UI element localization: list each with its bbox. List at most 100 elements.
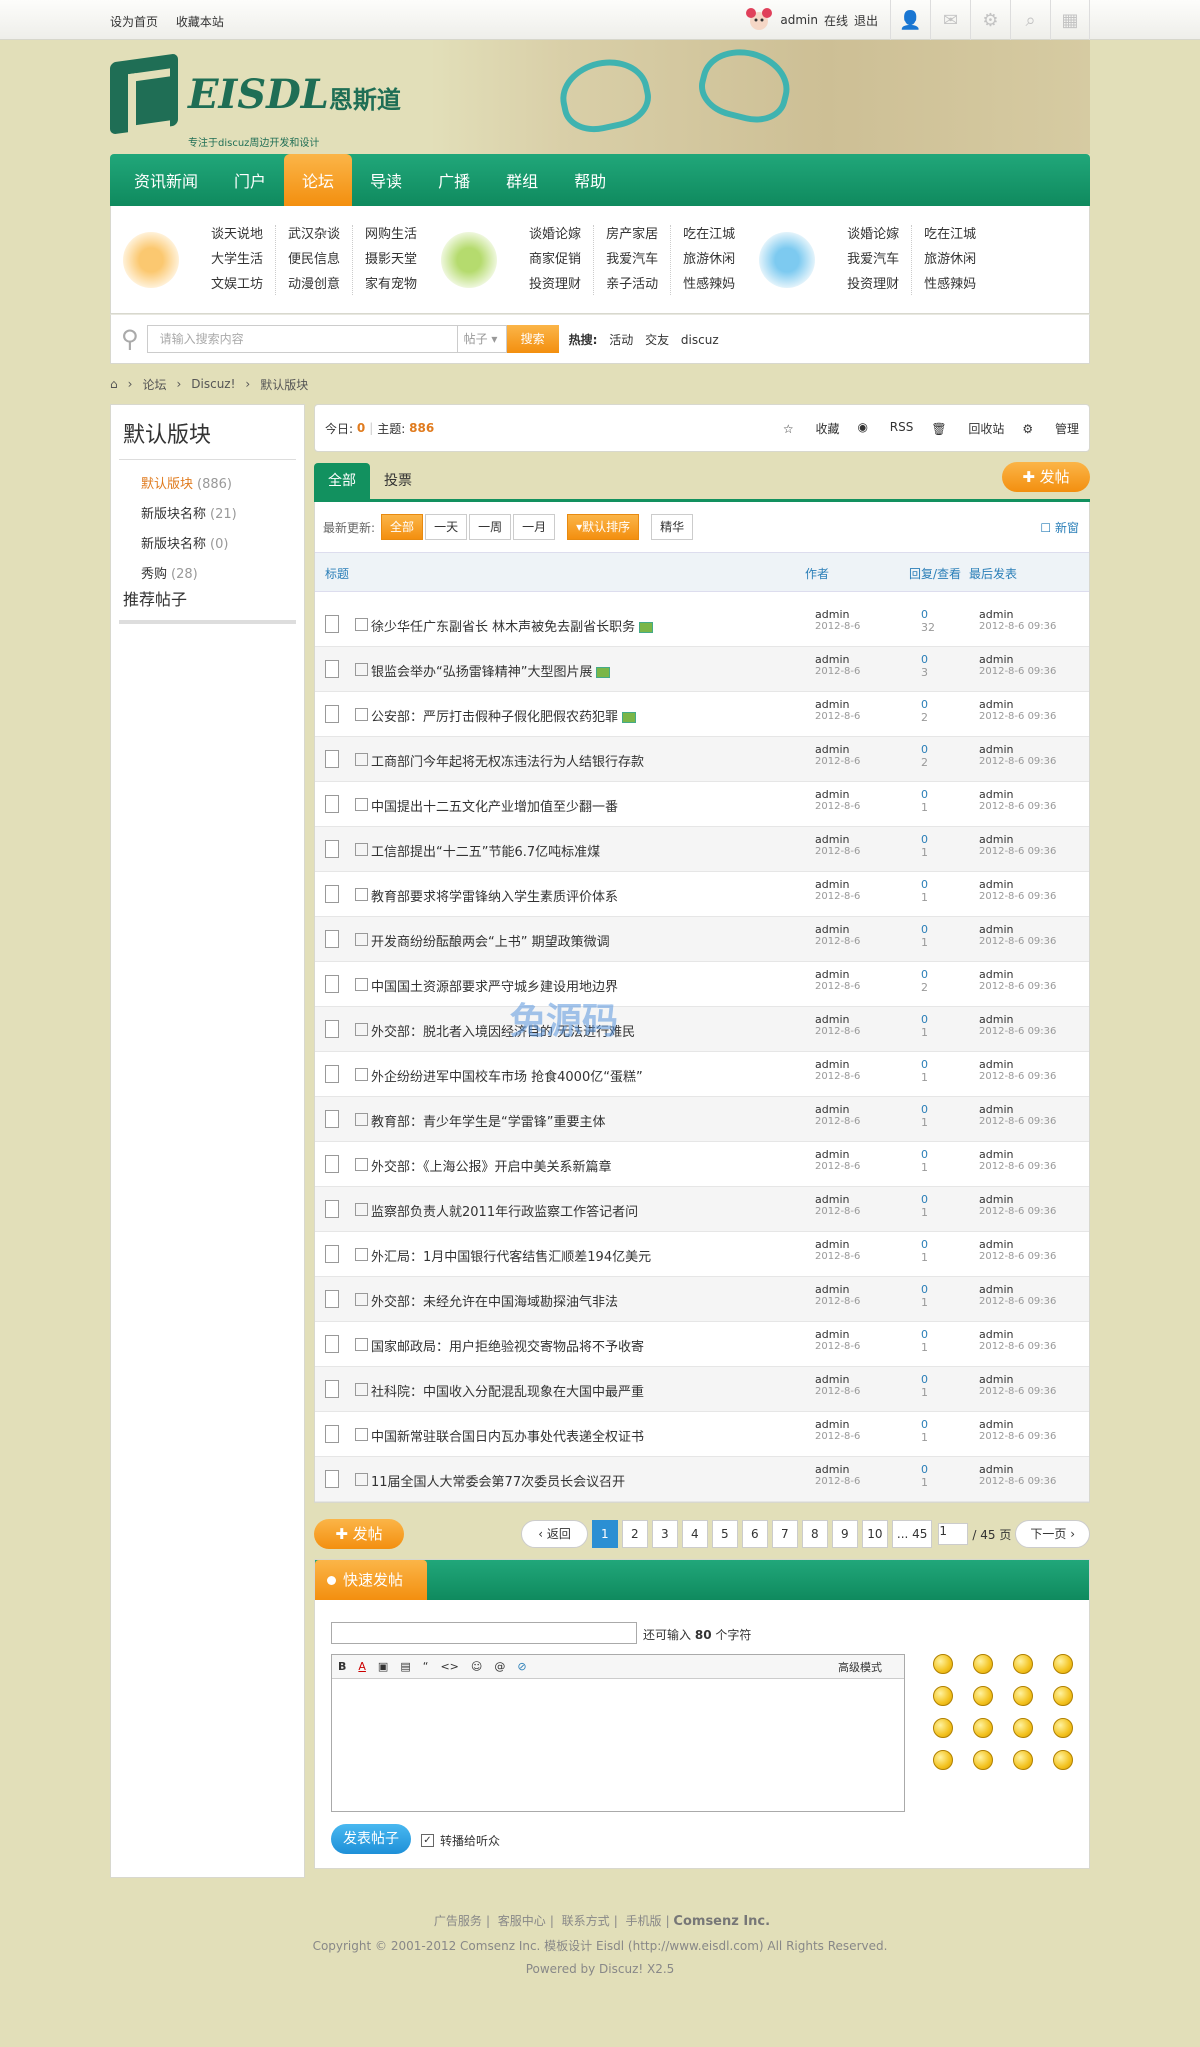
- table-row[interactable]: 中国新常驻联合国日内瓦办事处代表递全权证书 admin 2012-8-6 0 1 admi…: [315, 1412, 1089, 1457]
- menu-link[interactable]: 谈天说地: [211, 225, 263, 245]
- logo[interactable]: EISDL恩斯道: [110, 53, 401, 135]
- row-checkbox[interactable]: [355, 708, 368, 721]
- home-icon[interactable]: ⌂: [110, 377, 118, 391]
- reply-count[interactable]: 0: [921, 698, 928, 711]
- menu-link[interactable]: 商家促销: [529, 250, 581, 270]
- reply-count[interactable]: 0: [921, 1463, 928, 1476]
- row-checkbox[interactable]: [355, 1248, 368, 1261]
- advanced-mode-link[interactable]: 高级模式: [838, 1659, 882, 1675]
- author-name[interactable]: admin: [815, 653, 860, 666]
- thread-title[interactable]: 社科院：中国收入分配混乱现象在大国中最严重: [371, 1381, 644, 1400]
- bold-icon[interactable]: B: [338, 1660, 346, 1673]
- font-color-icon[interactable]: A: [358, 1660, 366, 1673]
- sidebar-item[interactable]: 默认版块 (886): [141, 470, 304, 500]
- table-row[interactable]: 中国国土资源部要求严守城乡建设用地边界 admin 2012-8-6 0 2 admin 2…: [315, 962, 1089, 1007]
- nav-broadcast[interactable]: 广播: [420, 154, 488, 206]
- last-poster[interactable]: admin: [979, 1058, 1056, 1071]
- row-checkbox[interactable]: [355, 618, 368, 631]
- table-row[interactable]: 国家邮政局：用户拒绝验视交寄物品将不予收寄 admin 2012-8-6 0 1 admi…: [315, 1322, 1089, 1367]
- breadcrumb-forum[interactable]: 论坛: [142, 376, 166, 393]
- page-link[interactable]: 4: [681, 1520, 708, 1548]
- row-checkbox[interactable]: [355, 798, 368, 811]
- thread-title[interactable]: 银监会举办“弘扬雷锋精神”大型图片展: [371, 661, 611, 680]
- last-poster[interactable]: admin: [979, 1328, 1056, 1341]
- row-checkbox[interactable]: [355, 978, 368, 991]
- smiley-icon[interactable]: [1053, 1750, 1073, 1770]
- author-name[interactable]: admin: [815, 1463, 860, 1476]
- menu-link[interactable]: 投资理财: [847, 275, 899, 295]
- hot-link[interactable]: 交友: [645, 333, 669, 347]
- username[interactable]: admin: [780, 13, 818, 27]
- row-checkbox[interactable]: [355, 1113, 368, 1126]
- message-editor[interactable]: B A ▣ ▤ “ <> ☺ @ ⊘ 高级模式: [331, 1654, 905, 1812]
- breadcrumb-discuz[interactable]: Discuz!: [191, 377, 235, 391]
- table-row[interactable]: 工信部提出“十二五”节能6.7亿吨标准煤 admin 2012-8-6 0 1 admin…: [315, 827, 1089, 872]
- row-checkbox[interactable]: [355, 1473, 368, 1486]
- thread-title[interactable]: 中国提出十二五文化产业增加值至少翻一番: [371, 796, 618, 815]
- manage-button[interactable]: ⚙ 管理: [1022, 420, 1079, 437]
- online-status[interactable]: 在线: [824, 12, 848, 29]
- page-link[interactable]: 2: [621, 1520, 648, 1548]
- logout-link[interactable]: 退出: [854, 12, 878, 29]
- filter-day[interactable]: 一天: [425, 514, 468, 540]
- broadcast-checkbox[interactable]: ✓ 转播给听众: [421, 1832, 500, 1849]
- smiley-icon[interactable]: [973, 1654, 993, 1674]
- last-poster[interactable]: admin: [979, 1013, 1056, 1026]
- reply-count[interactable]: 0: [921, 1328, 928, 1341]
- search-input[interactable]: 请输入搜索内容: [146, 325, 457, 353]
- footer-link[interactable]: 联系方式: [562, 1914, 610, 1928]
- next-page-button[interactable]: 下一页 ›: [1015, 1520, 1090, 1548]
- attach-icon[interactable]: ⊘: [517, 1660, 526, 1673]
- rss-button[interactable]: ◉ RSS: [857, 420, 913, 437]
- menu-link[interactable]: 亲子活动: [606, 275, 658, 295]
- reply-count[interactable]: 0: [921, 1283, 928, 1296]
- last-poster[interactable]: admin: [979, 653, 1056, 666]
- table-row[interactable]: 外企纷纷进军中国校车市场 抢食4000亿“蛋糕” admin 2012-8-6 0 1 a…: [315, 1052, 1089, 1097]
- footer-link[interactable]: 客服中心: [498, 1914, 546, 1928]
- page-link[interactable]: 7: [771, 1520, 798, 1548]
- smiley-icon[interactable]: [1053, 1654, 1073, 1674]
- table-row[interactable]: 外交部：未经允许在中国海域勘探油气非法 admin 2012-8-6 0 1 admin 2…: [315, 1277, 1089, 1322]
- row-checkbox[interactable]: [355, 1023, 368, 1036]
- menu-link[interactable]: 投资理财: [529, 275, 581, 295]
- author-name[interactable]: admin: [815, 608, 860, 621]
- table-row[interactable]: 开发商纷纷酝酿两会“上书” 期望政策微调 admin 2012-8-6 0 1 admin…: [315, 917, 1089, 962]
- set-homepage-link[interactable]: 设为首页: [110, 15, 158, 29]
- nav-help[interactable]: 帮助: [556, 154, 624, 206]
- menu-link[interactable]: 性感辣妈: [683, 275, 735, 295]
- menu-link[interactable]: 吃在江城: [924, 225, 976, 245]
- last-poster[interactable]: admin: [979, 1103, 1056, 1116]
- bookmark-link[interactable]: 收藏本站: [176, 15, 224, 29]
- search-button[interactable]: 搜索: [506, 325, 559, 353]
- table-row[interactable]: 社科院：中国收入分配混乱现象在大国中最严重 admin 2012-8-6 0 1 admi…: [315, 1367, 1089, 1412]
- thread-title[interactable]: 工商部门今年起将无权冻违法行为人结银行存款: [371, 751, 644, 770]
- row-checkbox[interactable]: [355, 1338, 368, 1351]
- last-poster[interactable]: admin: [979, 878, 1056, 891]
- thread-title[interactable]: 外交部：未经允许在中国海域勘探油气非法: [371, 1291, 618, 1310]
- smiley-icon[interactable]: [933, 1750, 953, 1770]
- thread-title[interactable]: 监察部负责人就2011年行政监察工作答记者问: [371, 1201, 638, 1220]
- nav-news[interactable]: 资讯新闻: [116, 154, 216, 206]
- smiley-icon[interactable]: [1013, 1686, 1033, 1706]
- subject-input[interactable]: [331, 1622, 637, 1644]
- author-name[interactable]: admin: [815, 1418, 860, 1431]
- sidebar-item[interactable]: 新版块名称 (0): [141, 530, 304, 560]
- filter-all[interactable]: 全部: [381, 514, 424, 540]
- menu-link[interactable]: 便民信息: [288, 250, 340, 270]
- page-link[interactable]: 8: [801, 1520, 828, 1548]
- row-checkbox[interactable]: [355, 843, 368, 856]
- author-name[interactable]: admin: [815, 1328, 860, 1341]
- author-name[interactable]: admin: [815, 1058, 860, 1071]
- code-icon[interactable]: <>: [440, 1660, 458, 1673]
- filter-month[interactable]: 一月: [513, 514, 556, 540]
- smiley-icon[interactable]: [933, 1654, 953, 1674]
- reply-count[interactable]: 0: [921, 1013, 928, 1026]
- smiley-icon[interactable]: [973, 1750, 993, 1770]
- table-row[interactable]: 外交部：《上海公报》开启中美关系新篇章 admin 2012-8-6 0 1 admin 2…: [315, 1142, 1089, 1187]
- footer-link[interactable]: 手机版: [626, 1914, 662, 1928]
- reply-count[interactable]: 0: [921, 1193, 928, 1206]
- reply-count[interactable]: 0: [921, 968, 928, 981]
- reply-count[interactable]: 0: [921, 1148, 928, 1161]
- author-name[interactable]: admin: [815, 743, 860, 756]
- mail-icon[interactable]: ✉: [930, 0, 970, 40]
